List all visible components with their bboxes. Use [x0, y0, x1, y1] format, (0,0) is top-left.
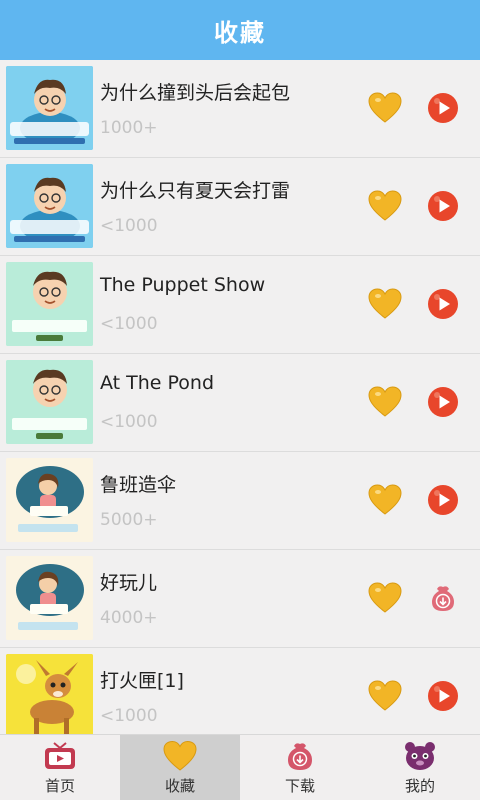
favorite-heart-button[interactable]: [368, 386, 402, 418]
thumbnail-image: [6, 654, 93, 734]
item-title: 好玩儿: [100, 572, 158, 594]
list-item[interactable]: 打火匣[1] <1000: [0, 648, 480, 734]
header-bar: 收藏: [0, 0, 480, 60]
list-item[interactable]: 为什么撞到头后会起包 1000+: [0, 60, 480, 158]
favorite-heart-button[interactable]: [368, 582, 402, 614]
thumbnail-image: [6, 66, 93, 150]
item-title: 为什么只有夏天会打雷: [100, 180, 291, 202]
play-button[interactable]: [427, 484, 459, 516]
thumbnail-image: [6, 360, 93, 444]
play-button[interactable]: [427, 386, 459, 418]
item-play-count: <1000: [100, 216, 158, 236]
play-button[interactable]: [427, 190, 459, 222]
tv-icon: [45, 742, 75, 769]
tab-downloads[interactable]: 下载: [240, 735, 360, 800]
download-button[interactable]: [427, 582, 459, 614]
item-play-count: 4000+: [100, 608, 158, 628]
heart-icon: [368, 190, 402, 221]
tab-label: 收藏: [164, 777, 195, 795]
heart-icon: [368, 680, 402, 711]
play-button[interactable]: [427, 680, 459, 712]
list-item[interactable]: 好玩儿 4000+: [0, 550, 480, 648]
favorite-heart-button[interactable]: [368, 288, 402, 320]
heart-icon: [368, 386, 402, 417]
item-play-count: 5000+: [100, 510, 158, 530]
item-play-count: <1000: [100, 412, 158, 432]
item-title: 鲁班造伞: [100, 474, 177, 496]
heart-icon: [368, 484, 402, 515]
heart-icon: [163, 741, 197, 771]
favorite-heart-button[interactable]: [368, 190, 402, 222]
favorite-heart-button[interactable]: [368, 484, 402, 516]
tab-label: 我的: [404, 777, 435, 795]
item-title: 为什么撞到头后会起包: [100, 82, 291, 104]
list-item[interactable]: The Puppet Show <1000: [0, 256, 480, 354]
heart-icon: [368, 92, 402, 123]
favorites-list[interactable]: 为什么撞到头后会起包 1000+ 为什么只有夏天会打雷 <1000 The Pu…: [0, 60, 480, 734]
thumbnail-image: [6, 458, 93, 542]
tab-home[interactable]: 首页: [0, 735, 120, 800]
favorite-heart-button[interactable]: [368, 680, 402, 712]
thumbnail-image: [6, 164, 93, 248]
favorite-heart-button[interactable]: [368, 92, 402, 124]
bottom-tab-bar: 首页 收藏 下载 我的: [0, 734, 480, 800]
list-item[interactable]: 鲁班造伞 5000+: [0, 452, 480, 550]
download-bag-icon: [288, 743, 312, 770]
item-play-count: 1000+: [100, 118, 158, 138]
tab-label: 下载: [284, 777, 315, 795]
heart-icon: [368, 582, 402, 613]
item-title: 打火匣[1]: [100, 670, 184, 692]
play-button[interactable]: [427, 288, 459, 320]
page-title: 收藏: [214, 18, 266, 47]
tab-profile[interactable]: 我的: [360, 735, 480, 800]
heart-icon: [368, 288, 402, 319]
item-title: The Puppet Show: [100, 274, 266, 296]
play-button[interactable]: [427, 92, 459, 124]
list-item[interactable]: At The Pond <1000: [0, 354, 480, 452]
item-play-count: <1000: [100, 706, 158, 726]
tab-label: 首页: [44, 777, 75, 795]
item-play-count: <1000: [100, 314, 158, 334]
thumbnail-image: [6, 262, 93, 346]
tab-favorites[interactable]: 收藏: [120, 735, 240, 800]
bear-face-icon: [405, 742, 435, 770]
list-item[interactable]: 为什么只有夏天会打雷 <1000: [0, 158, 480, 256]
item-title: At The Pond: [100, 372, 215, 394]
thumbnail-image: [6, 556, 93, 640]
